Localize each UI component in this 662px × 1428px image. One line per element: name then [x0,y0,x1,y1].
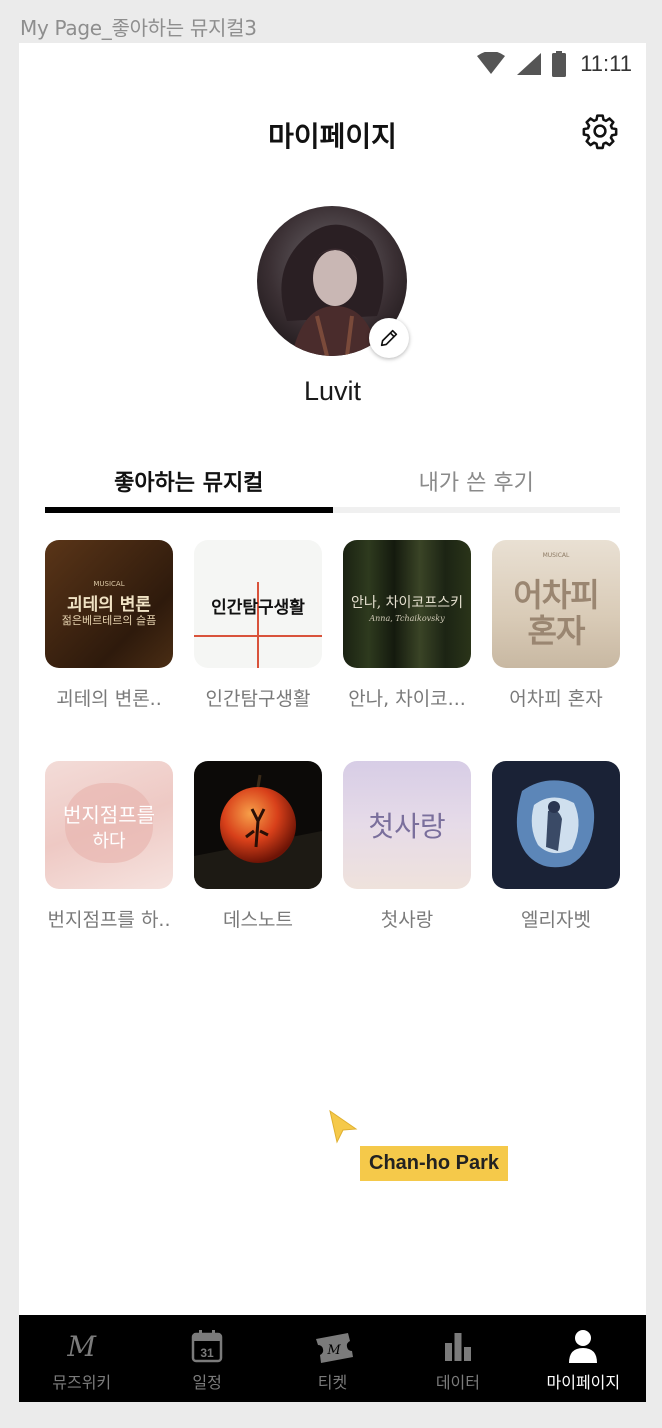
cursor-arrow-icon [329,1109,358,1144]
phone-screen: 11:11 마이페이지 Luvit 좋아하는 뮤지컬 내가 쓴 후기 MUSIC… [19,43,646,1402]
username: Luvit [303,376,362,406]
calendar-icon: 31 [191,1330,223,1363]
status-bar: 11:11 [19,43,646,83]
battery-icon [552,51,567,77]
nav-label: 일정 [192,1373,222,1392]
musical-title: 안나, 차이코... [348,688,466,710]
poster-small-text: Anna, Tchaikovsky [369,614,445,623]
settings-button[interactable] [580,111,620,151]
poster-goethe: MUSICAL 괴테의 변론 젊은베르테르의 슬픔 [45,540,173,668]
musical-title: 괴테의 변론.. [56,688,162,710]
poster-title-line: 안나, 차이코프스키 [351,595,463,611]
presenter-name-tag: Chan-ho Park [360,1146,509,1181]
page-title: 마이페이지 [268,120,397,153]
musical-item[interactable]: 번지점프를 하다 번지점프를 하.. [45,761,173,932]
musical-item[interactable]: 인간탐구생활 인간탐구생활 [194,540,322,711]
nav-item-mypage[interactable]: 마이페이지 [521,1315,646,1402]
nav-label: 티켓 [317,1373,348,1392]
edit-profile-button[interactable] [369,318,409,358]
gear-icon [582,114,618,150]
tab-my-reviews[interactable]: 내가 쓴 후기 [333,461,621,513]
musical-title: 인간탐구생활 [205,688,311,710]
poster-title-line: 번지점프를 [63,803,155,827]
musical-title: 첫사랑 [380,909,434,931]
nav-label: 데이터 [435,1373,480,1392]
musical-item[interactable]: 안나, 차이코프스키 Anna, Tchaikovsky 안나, 차이코... [343,540,471,711]
muse-logo-icon: M [67,1329,97,1363]
musical-item[interactable]: MUSICAL 어차피 혼자 어차피 혼자 [492,540,620,711]
wifi-icon [477,52,506,74]
musical-title: 엘리자벳 [521,909,591,931]
musical-title: 데스노트 [223,909,293,931]
poster-anna: 안나, 차이코프스키 Anna, Tchaikovsky [343,540,471,668]
musical-item[interactable]: 데스노트 [194,761,322,932]
signal-icon [517,53,542,75]
nav-label: 마이페이지 [546,1373,621,1392]
pencil-icon [380,329,398,347]
nav-label: 뮤즈위키 [52,1373,112,1392]
poster-title-line: 혼자 [527,612,586,650]
ticket-logo: M [326,1343,341,1358]
poster-death-note [194,761,322,889]
bottom-nav: M 뮤즈위키 31 일정 M 티켓 데이터 마이페이지 [19,1315,646,1402]
ticket-icon: M [315,1333,353,1363]
poster-elisabeth [492,761,620,889]
nav-item-data[interactable]: 데이터 [395,1315,520,1402]
tab-active-indicator [45,507,333,513]
poster-first-love: 첫사랑 [343,761,471,889]
musical-title: 어차피 혼자 [509,688,603,710]
poster-title-line: 첫사랑 [368,810,446,843]
poster-bungee: 번지점프를 하다 [45,761,173,889]
nav-item-ticket[interactable]: M 티켓 [270,1315,395,1402]
person-icon [569,1330,598,1363]
frame-label: My Page_좋아하는 뮤지컬3 [20,16,257,40]
poster-title-line: 인간탐구생활 [211,598,305,618]
poster-small-text: MUSICAL [93,580,125,588]
calendar-day: 31 [200,1346,214,1360]
musical-item[interactable]: MUSICAL 괴테의 변론 젊은베르테르의 슬픔 괴테의 변론.. [45,540,173,711]
musical-item[interactable]: 엘리자벳 [492,761,620,932]
poster-title-line: 하다 [92,831,126,852]
poster-small-text: MUSICAL [542,552,570,559]
musical-title: 번지점프를 하.. [47,909,171,931]
profile-avatar-container [257,206,409,358]
musical-item[interactable]: 첫사랑 첫사랑 [343,761,471,932]
nav-item-musewiki[interactable]: M 뮤즈위키 [19,1315,144,1402]
nav-item-schedule[interactable]: 31 일정 [144,1315,269,1402]
profile-tabs: 좋아하는 뮤지컬 내가 쓴 후기 [45,461,620,513]
status-time: 11:11 [580,51,632,76]
poster-title-line: 젊은베르테르의 슬픔 [61,614,157,627]
tab-liked-musicals[interactable]: 좋아하는 뮤지컬 [45,461,333,513]
bar-chart-icon [444,1333,471,1361]
poster-alone-anyway: MUSICAL 어차피 혼자 [492,540,620,668]
poster-human-life: 인간탐구생활 [194,540,322,668]
